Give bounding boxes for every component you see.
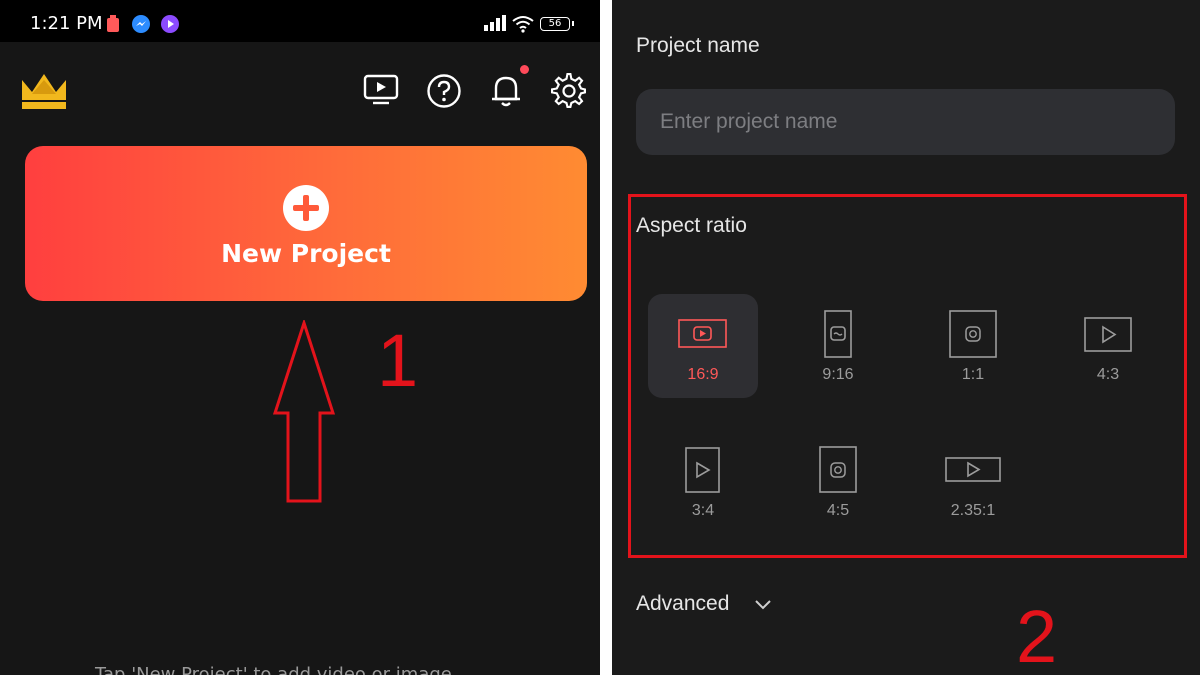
project-name-label: Project name <box>636 34 760 57</box>
project-setup-screen: Project name Aspect ratio 16:9 9:16 <box>612 0 1200 675</box>
crown-logo-icon[interactable] <box>20 68 68 114</box>
battery-saver-icon <box>106 15 120 37</box>
advanced-label: Advanced <box>636 592 730 615</box>
ratio-label: 1:1 <box>961 366 985 383</box>
ratio-label: 2.35:1 <box>950 502 996 519</box>
ratio-label: 3:4 <box>691 502 715 519</box>
ratio-option-1-1[interactable]: 1:1 <box>918 294 1028 398</box>
new-project-button[interactable]: New Project <box>25 146 587 301</box>
advanced-toggle[interactable]: Advanced <box>636 592 771 622</box>
battery-indicator: 56 <box>540 17 574 31</box>
ratio-label: 4:5 <box>826 502 850 519</box>
step-two-number: 2 <box>1016 595 1058 675</box>
ratio-label: 16:9 <box>687 366 719 383</box>
messenger-icon <box>132 15 150 37</box>
ratio-option-4-5[interactable]: 4:5 <box>783 430 893 534</box>
new-project-label: New Project <box>221 239 391 268</box>
ratio-label: 9:16 <box>822 366 854 383</box>
tutorial-play-icon[interactable] <box>363 74 399 110</box>
step-one-number: 1 <box>377 319 419 402</box>
bottom-hint: Tap 'New Project' to add video or image <box>95 664 452 675</box>
status-time: 1:21 PM <box>30 13 103 34</box>
settings-gear-icon[interactable] <box>550 72 587 113</box>
signal-icon <box>484 15 506 35</box>
project-name-input[interactable] <box>636 89 1175 155</box>
help-icon[interactable] <box>426 73 462 113</box>
notification-dot <box>520 65 529 74</box>
ratio-option-3-4[interactable]: 3:4 <box>648 430 758 534</box>
arrow-up-icon <box>272 318 336 508</box>
ratio-option-4-3[interactable]: 4:3 <box>1053 294 1163 398</box>
ratio-option-16-9[interactable]: 16:9 <box>648 294 758 398</box>
plus-circle-icon <box>282 184 330 232</box>
aspect-ratio-label: Aspect ratio <box>636 214 747 237</box>
wifi-icon <box>512 15 534 37</box>
notification-bell-icon[interactable] <box>490 72 522 112</box>
media-app-icon <box>161 15 179 37</box>
ratio-label: 4:3 <box>1096 366 1120 383</box>
ratio-option-9-16[interactable]: 9:16 <box>783 294 893 398</box>
home-screen: 1:21 PM 56 New Project 1 Tap 'New Projec… <box>0 0 600 675</box>
ratio-option-2-35-1[interactable]: 2.35:1 <box>918 430 1028 534</box>
status-bar: 1:21 PM 56 <box>0 0 600 42</box>
